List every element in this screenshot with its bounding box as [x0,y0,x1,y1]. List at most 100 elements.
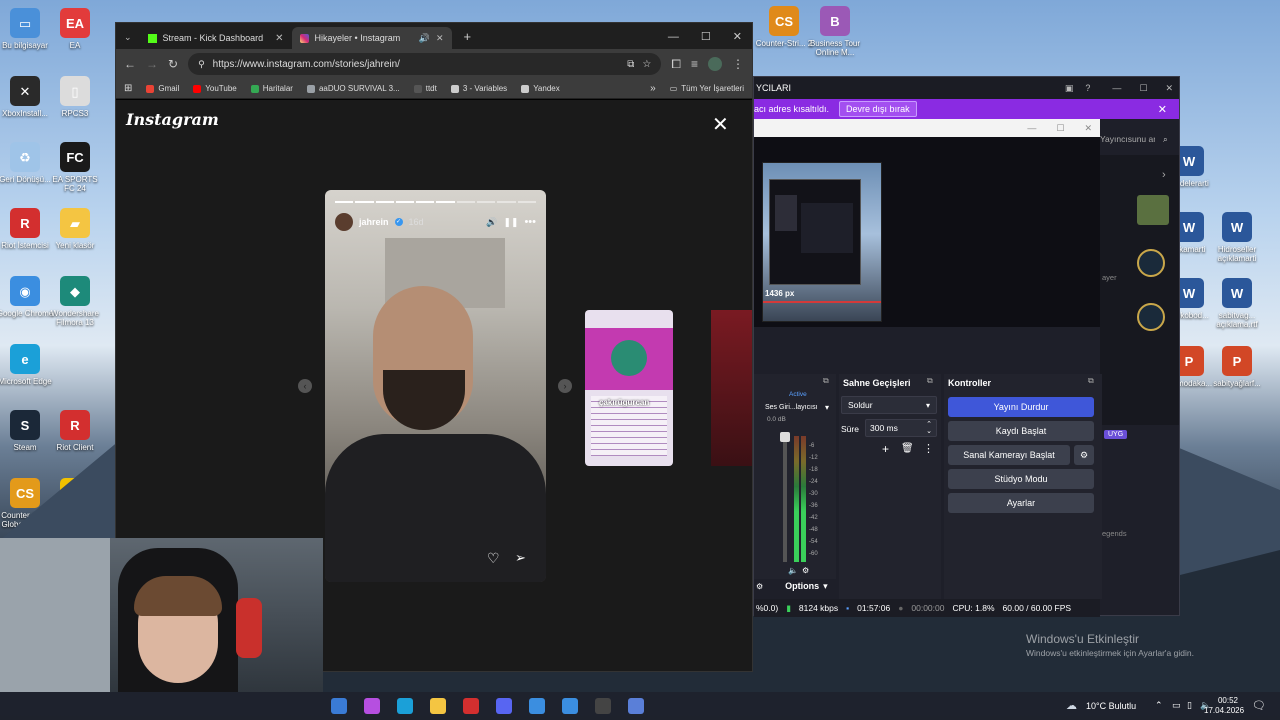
volume-slider[interactable] [780,432,790,562]
network-icon[interactable]: ▭ [1172,700,1181,711]
close-icon[interactable]: ✕ [436,33,444,44]
desktop-icon[interactable]: FC EA SPORTS FC 24 [46,142,104,193]
desktop-icon[interactable]: B Business Tour Online M... [806,6,864,57]
obs-maximize-button[interactable]: ☐ [1139,83,1147,94]
star-icon[interactable]: ☆ [642,59,651,70]
studio-mode-button[interactable]: Stüdyo Modu [948,469,1094,489]
prev-story-icon[interactable]: ‹ [298,379,312,393]
transitions-popout-icon[interactable]: ⧉ [927,376,933,386]
tab-search-icon[interactable]: ⌄ [124,32,132,43]
controls-popout-icon[interactable]: ⧉ [1088,376,1094,386]
share-icon[interactable]: ➢ [515,550,526,566]
chrome-icon[interactable] [529,698,545,714]
chevron-down-icon[interactable]: ▾ [825,403,829,412]
wps-icon[interactable] [463,698,479,714]
install-app-icon[interactable]: ⧉ [627,59,634,70]
extensions-icon[interactable]: ⧠ [671,57,681,72]
desktop-icon[interactable]: ▯ RPCS3 [46,76,104,118]
bookmark-item[interactable]: ttdt [413,84,437,93]
tray-chevron-icon[interactable]: ⌃ [1155,700,1163,711]
maximize-button[interactable]: ☐ [701,30,711,43]
desktop-icon[interactable]: CS Counter-Stri... 2 [755,6,813,48]
edge-icon[interactable] [397,698,413,714]
desktop-icon[interactable]: Wsabitvag... açıklama.rtf [1208,278,1266,329]
app-icon[interactable] [628,698,644,714]
next-story-icon[interactable]: › [558,379,572,393]
transition-type-select[interactable]: Soldur ▾ [841,396,937,414]
chevron-down-icon[interactable]: ▾ [823,581,828,592]
start-recording-button[interactable]: Kaydı Başlat [948,421,1094,441]
mixer-source-select[interactable]: Ses Giri...layıcısı [765,404,818,411]
gear-icon[interactable]: ⚙ [756,582,763,591]
store-icon[interactable] [331,698,347,714]
minimize-button[interactable]: — [668,31,679,43]
popup-maximize-button[interactable]: ☐ [1056,123,1064,134]
desktop-icon[interactable]: EA EA [46,8,104,50]
pause-icon[interactable]: ❚❚ [503,217,518,228]
reading-list-icon[interactable]: ≡ [691,57,698,71]
desktop-icon[interactable]: W Hidroseller açıklamarti [1208,212,1266,263]
obs-layout-icon[interactable]: ▣ [1065,83,1074,94]
desktop-icon[interactable]: ◆ Wondershare Filmora 13 [46,276,104,327]
obs-search-input[interactable]: Yayıncısunu ara [1100,134,1155,144]
options-button[interactable]: Options [785,581,819,591]
obs-close-button[interactable]: ✕ [1165,83,1173,94]
duration-input[interactable]: 300 ms ⌃ ⌄ [865,419,937,437]
profile-avatar[interactable] [708,57,722,71]
bookmark-item[interactable]: Yandex [521,84,560,93]
instagram-logo[interactable]: Instagram [126,110,219,129]
apps-icon[interactable]: ⊞ [124,83,132,94]
forward-icon[interactable]: → [146,57,158,71]
close-story-icon[interactable]: ✕ [712,112,729,137]
speaker-icon[interactable]: 🔊 [419,33,430,44]
avatar[interactable] [335,213,353,231]
chevron-right-icon[interactable]: › [1162,169,1166,181]
copilot-icon[interactable] [364,698,380,714]
more-icon[interactable]: ••• [524,216,536,228]
chrome-icon[interactable] [562,698,578,714]
next-story-preview[interactable]: çakırügurcan [585,310,673,466]
popup-close-button[interactable]: ✕ [1084,123,1092,134]
story-username[interactable]: jahrein [359,217,389,227]
window-close-button[interactable]: ✕ [733,30,742,43]
new-tab-button[interactable]: + [464,29,472,44]
obs-notice-close-icon[interactable]: ✕ [1158,103,1167,116]
heart-icon[interactable]: ♡ [487,550,500,567]
more-options-icon[interactable]: ⋮ [923,442,934,455]
obs-icon[interactable] [595,698,611,714]
discord-icon[interactable] [496,698,512,714]
bookmark-item[interactable]: 3 - Variables [450,84,507,93]
clock[interactable]: 00:52 17.04.2026 [1204,696,1244,716]
bookmark-item[interactable]: Gmail [146,84,179,93]
popup-minimize-button[interactable]: — [1027,123,1036,133]
bookmark-item[interactable]: Haritalar [250,84,293,93]
mute-icon[interactable]: 🔊 [486,217,497,228]
desktop-icon[interactable]: ▰ Yeni klasör [46,208,104,250]
obs-minimize-button[interactable]: — [1112,83,1121,93]
speaker-icon[interactable]: 🔈 [788,566,798,575]
mixer-settings-icon[interactable]: ⚙ [802,566,809,575]
stop-streaming-button[interactable]: Yayını Durdur [948,397,1094,417]
tab-kick-dashboard[interactable]: Stream - Kick Dashboard ✕ [140,27,292,49]
obs-disable-button[interactable]: Devre dışı bırak [839,101,917,117]
back-icon[interactable]: ← [124,57,136,71]
reload-icon[interactable]: ↻ [168,57,178,71]
battery-icon[interactable]: ▯ [1187,700,1192,711]
notification-icon[interactable]: 🗨 [1252,699,1266,712]
stepper-icon[interactable]: ⌃ ⌄ [926,421,932,435]
start-virtual-camera-button[interactable]: Sanal Kamerayı Başlat [948,445,1070,465]
mixer-popout-icon[interactable]: ⧉ [823,376,829,386]
add-transition-icon[interactable]: + [882,442,889,456]
virtual-camera-settings-icon[interactable]: ⚙ [1074,445,1094,465]
file-explorer-icon[interactable] [430,698,446,714]
menu-icon[interactable]: ⋮ [732,57,744,71]
search-icon[interactable]: ⌕ [1163,134,1168,145]
bookmark-item[interactable]: aaDUO SURVIVAL 3... [306,84,400,93]
bookmark-item[interactable]: YouTube [193,84,237,93]
all-bookmarks[interactable]: ▭ Tüm Yer İşaretleri [670,84,744,93]
story-card[interactable]: jahrein ✓ 16d 🔊 ❚❚ ••• ♡ ➢ [325,190,546,582]
tab-instagram-stories[interactable]: Hikayeler • Instagram 🔊 ✕ [291,27,452,49]
chevron-double-right-icon[interactable]: » [650,83,656,94]
settings-button[interactable]: Ayarlar [948,493,1094,513]
site-info-icon[interactable]: ⚲ [198,59,205,70]
